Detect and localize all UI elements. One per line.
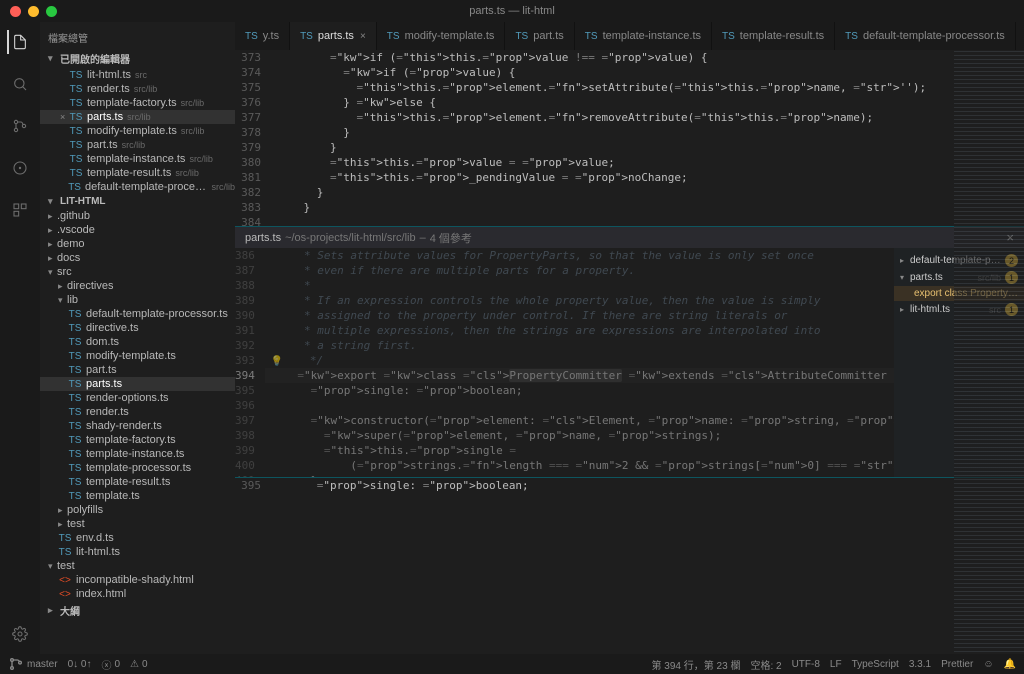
- indentation[interactable]: 空格: 2: [750, 657, 781, 672]
- folder-test[interactable]: ▸test: [40, 517, 235, 531]
- status-bar: master 0↓ 0↑ ⓧ 0 ⚠ 0 第 394 行，第 23 欄 空格: …: [0, 654, 1024, 674]
- encoding[interactable]: UTF-8: [792, 659, 820, 670]
- window-title: parts.ts — lit-html: [469, 5, 555, 17]
- file-item[interactable]: TSshady-render.ts: [40, 419, 235, 433]
- file-item[interactable]: TSrender-options.ts: [40, 391, 235, 405]
- open-editor-item[interactable]: TStemplate-result.tssrc/lib: [40, 166, 235, 180]
- debug-icon[interactable]: [8, 156, 32, 180]
- editor-tab[interactable]: TStemplate-instance.ts: [575, 22, 712, 50]
- prettier-status[interactable]: Prettier: [941, 659, 973, 670]
- editor-tab[interactable]: TStemplate-result.ts: [712, 22, 835, 50]
- feedback-icon[interactable]: ☺: [983, 659, 993, 670]
- project-section[interactable]: ▾LIT-HTML: [40, 194, 235, 209]
- folder-docs[interactable]: ▸docs: [40, 251, 235, 265]
- open-editor-item[interactable]: TSmodify-template.tssrc/lib: [40, 124, 235, 138]
- file-item[interactable]: <>index.html: [40, 587, 235, 601]
- editor-tab[interactable]: TSparts.ts×: [290, 22, 377, 50]
- folder-polyfills[interactable]: ▸polyfills: [40, 503, 235, 517]
- explorer-icon[interactable]: [7, 30, 31, 54]
- search-icon[interactable]: [8, 72, 32, 96]
- file-item[interactable]: TStemplate.ts: [40, 489, 235, 503]
- open-editor-item[interactable]: TStemplate-factory.tssrc/lib: [40, 96, 235, 110]
- close-window-button[interactable]: [10, 6, 21, 17]
- zoom-window-button[interactable]: [46, 6, 57, 17]
- main-editor[interactable]: 3733743753763773783793803813823833843853…: [235, 50, 1024, 226]
- explorer-sidebar: 檔案總管 ▾已開啟的編輯器 TSlit-html.tssrcTSrender.t…: [40, 22, 235, 654]
- file-item[interactable]: TSdefault-template-processor.ts: [40, 307, 235, 321]
- open-editor-item[interactable]: TSlit-html.tssrc: [40, 68, 235, 82]
- peek-refs-count: 4 個參考: [430, 230, 472, 246]
- open-editor-item[interactable]: TStemplate-instance.tssrc/lib: [40, 152, 235, 166]
- settings-icon[interactable]: [8, 622, 32, 646]
- editor-tab[interactable]: TSdefault-template-processor.ts: [835, 22, 1016, 50]
- minimize-window-button[interactable]: [28, 6, 39, 17]
- git-sync[interactable]: 0↓ 0↑: [68, 659, 92, 670]
- file-item[interactable]: TSdirective.ts: [40, 321, 235, 335]
- file-item[interactable]: TStemplate-instance.ts: [40, 447, 235, 461]
- ts-version[interactable]: 3.3.1: [909, 659, 931, 670]
- folder-test[interactable]: ▾test: [40, 559, 235, 573]
- outline-section[interactable]: ▸大綱: [40, 601, 235, 620]
- bottom-editor-slice[interactable]: 395 ="prop">single: ="prop">boolean;: [235, 478, 1024, 654]
- editor-tab[interactable]: TSy.ts: [235, 22, 290, 50]
- editor-area: TSy.tsTSparts.ts×TSmodify-template.tsTSp…: [235, 22, 1024, 654]
- file-item[interactable]: TStemplate-processor.ts: [40, 461, 235, 475]
- open-editor-item[interactable]: ×TSparts.tssrc/lib: [40, 110, 235, 124]
- peek-header: parts.ts ~/os-projects/lit-html/src/lib …: [235, 226, 1024, 248]
- status-errors[interactable]: ⓧ 0: [101, 657, 120, 672]
- language-mode[interactable]: TypeScript: [852, 659, 899, 670]
- open-editors-section[interactable]: ▾已開啟的編輯器: [40, 49, 235, 68]
- extensions-icon[interactable]: [8, 198, 32, 222]
- editor-tab[interactable]: TSmodify-template.ts: [377, 22, 506, 50]
- file-item[interactable]: TSpart.ts: [40, 363, 235, 377]
- file-item[interactable]: TSparts.ts: [40, 377, 235, 391]
- file-item[interactable]: TSmodify-template.ts: [40, 349, 235, 363]
- folder-.vscode[interactable]: ▸.vscode: [40, 223, 235, 237]
- sidebar-header: 檔案總管: [40, 26, 235, 49]
- minimap[interactable]: [954, 50, 1024, 654]
- folder-.github[interactable]: ▸.github: [40, 209, 235, 223]
- folder-demo[interactable]: ▸demo: [40, 237, 235, 251]
- file-item[interactable]: TStemplate-result.ts: [40, 475, 235, 489]
- open-editor-item[interactable]: TSdefault-template-processor.tssrc/lib: [40, 180, 235, 194]
- file-env.d.ts[interactable]: TSenv.d.ts: [40, 531, 235, 545]
- status-warnings[interactable]: ⚠ 0: [130, 659, 148, 670]
- file-item[interactable]: TStemplate-factory.ts: [40, 433, 235, 447]
- folder-directives[interactable]: ▸directives: [40, 279, 235, 293]
- open-editor-item[interactable]: TSpart.tssrc/lib: [40, 138, 235, 152]
- file-lit-html.ts[interactable]: TSlit-html.ts: [40, 545, 235, 559]
- editor-tab[interactable]: TSpart.ts: [505, 22, 574, 50]
- peek-file-name: parts.ts: [245, 232, 281, 244]
- cursor-position[interactable]: 第 394 行，第 23 欄: [652, 657, 741, 672]
- peek-editor[interactable]: 3863873883893903913923933943953963973983…: [235, 248, 894, 477]
- peek-file-path: ~/os-projects/lit-html/src/lib: [285, 232, 416, 244]
- editor-tabs: TSy.tsTSparts.ts×TSmodify-template.tsTSp…: [235, 22, 1024, 50]
- titlebar: parts.ts — lit-html: [0, 0, 1024, 22]
- file-item[interactable]: <>incompatible-shady.html: [40, 573, 235, 587]
- file-item[interactable]: TSrender.ts: [40, 405, 235, 419]
- folder-src[interactable]: ▾src: [40, 265, 235, 279]
- open-editor-item[interactable]: TSrender.tssrc/lib: [40, 82, 235, 96]
- source-control-icon[interactable]: [8, 114, 32, 138]
- notifications-icon[interactable]: 🔔: [1004, 659, 1016, 670]
- git-branch[interactable]: master: [8, 656, 58, 672]
- folder-lib[interactable]: ▾lib: [40, 293, 235, 307]
- traffic-lights: [0, 6, 57, 17]
- file-item[interactable]: TSdom.ts: [40, 335, 235, 349]
- eol[interactable]: LF: [830, 659, 842, 670]
- activity-bar: [0, 22, 40, 654]
